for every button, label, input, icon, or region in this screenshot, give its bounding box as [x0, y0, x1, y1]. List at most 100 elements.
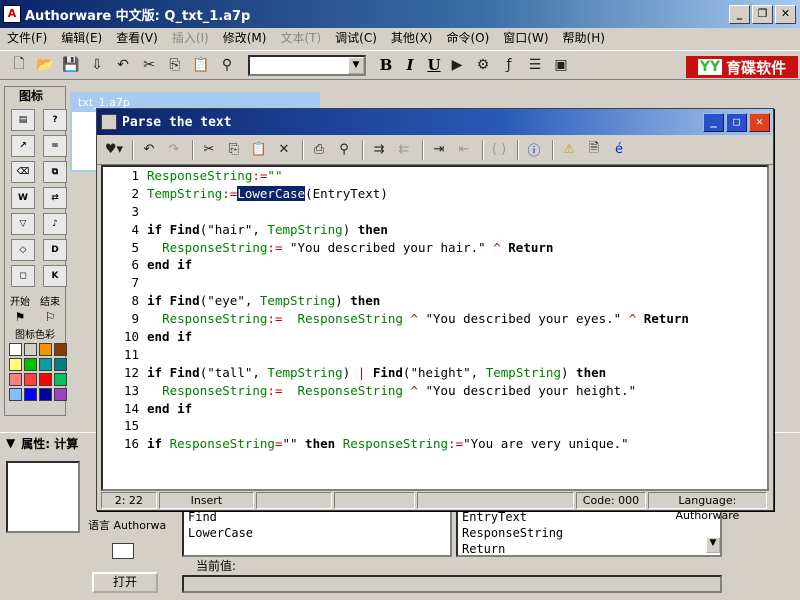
- color-swatch[interactable]: [24, 358, 37, 371]
- color-swatch[interactable]: [24, 388, 37, 401]
- dialog-toolbar: ♥▾ ↶ ↷ ✂ ⎘ 📋 ✕ ⎙ ⚲ ⇉ ⇇ ⇥ ⇤ ( ) ⓘ ⚠ 🗎 é: [97, 135, 773, 165]
- color-swatch[interactable]: [39, 343, 52, 356]
- parentheses-icon[interactable]: ( ): [488, 139, 510, 161]
- menu-item[interactable]: 文本(T): [273, 29, 328, 48]
- color-swatch[interactable]: [9, 343, 22, 356]
- script-menu-icon[interactable]: ♥▾: [103, 139, 125, 161]
- menu-item[interactable]: 编辑(E): [54, 29, 109, 48]
- list-item[interactable]: Return: [462, 541, 720, 557]
- code-text: if ResponseString="" then ResponseString…: [147, 436, 629, 452]
- copy-icon[interactable]: ⎘: [164, 54, 186, 76]
- menu-item[interactable]: 帮助(H): [556, 29, 612, 48]
- open-file-icon[interactable]: 📂: [34, 54, 56, 76]
- save-all-icon[interactable]: 💾: [60, 54, 82, 76]
- knowledge-object-icon[interactable]: K: [43, 265, 67, 287]
- indent-icon[interactable]: ⇥: [428, 139, 450, 161]
- collapse-arrow-icon[interactable]: ▼: [6, 436, 15, 450]
- import-icon[interactable]: ⇩: [86, 54, 108, 76]
- start-flag-icon[interactable]: ⚑: [15, 310, 26, 324]
- interaction-icon[interactable]: ?: [43, 109, 67, 131]
- color-swatch[interactable]: [54, 388, 67, 401]
- undo-icon[interactable]: ↶: [138, 139, 160, 161]
- menu-item[interactable]: 命令(O): [439, 29, 496, 48]
- color-swatch[interactable]: [39, 388, 52, 401]
- style-combo[interactable]: ▼: [248, 54, 366, 76]
- erase-icon[interactable]: ⌫: [11, 161, 35, 183]
- digital-movie-icon[interactable]: ◻: [11, 265, 35, 287]
- map-icon[interactable]: ◇: [11, 239, 35, 261]
- functions-icon[interactable]: ƒ: [498, 54, 520, 76]
- control-panel-icon[interactable]: ⚙: [472, 54, 494, 76]
- menu-item[interactable]: 修改(M): [216, 29, 274, 48]
- list-item[interactable]: Find: [188, 509, 450, 525]
- color-swatch[interactable]: [24, 373, 37, 386]
- uncomment-icon[interactable]: ⇇: [393, 139, 415, 161]
- knowledge-objects-icon[interactable]: ▣: [550, 54, 572, 76]
- color-swatch[interactable]: [9, 358, 22, 371]
- decision-icon[interactable]: ▽: [11, 213, 35, 235]
- menu-item[interactable]: 窗口(W): [496, 29, 555, 48]
- underline-button[interactable]: U: [422, 56, 446, 74]
- run-icon[interactable]: ▶: [446, 54, 468, 76]
- close-button[interactable]: ✕: [775, 4, 796, 24]
- new-file-icon[interactable]: 🗋: [8, 54, 30, 76]
- comment-icon[interactable]: ⇉: [368, 139, 390, 161]
- cut-icon[interactable]: ✂: [198, 139, 220, 161]
- end-flag-icon[interactable]: ⚐: [45, 310, 56, 324]
- chevron-down-icon[interactable]: ▼: [348, 56, 364, 74]
- accent-icon[interactable]: é: [608, 139, 630, 161]
- code-text: end if: [147, 329, 193, 345]
- delete-icon[interactable]: ✕: [273, 139, 295, 161]
- paste-icon[interactable]: 📋: [248, 139, 270, 161]
- list-item[interactable]: ResponseString: [462, 525, 720, 541]
- dialog-close-button[interactable]: ✕: [749, 112, 770, 132]
- list-item[interactable]: LowerCase: [188, 525, 450, 541]
- menu-item[interactable]: 调试(C): [328, 29, 384, 48]
- color-swatch[interactable]: [9, 373, 22, 386]
- cursor-position: 2: 22: [101, 492, 157, 509]
- print-icon[interactable]: ⎙: [308, 139, 330, 161]
- redo-icon[interactable]: ↷: [163, 139, 185, 161]
- display-icon[interactable]: ▤: [11, 109, 35, 131]
- outdent-icon[interactable]: ⇤: [453, 139, 475, 161]
- copy-icon[interactable]: ⎘: [223, 139, 245, 161]
- color-swatch[interactable]: [9, 388, 22, 401]
- bold-button[interactable]: B: [374, 56, 398, 74]
- dvd-icon[interactable]: D: [43, 239, 67, 261]
- color-swatch[interactable]: [54, 358, 67, 371]
- info-icon[interactable]: ⓘ: [523, 139, 545, 161]
- variables-icon[interactable]: ☰: [524, 54, 546, 76]
- dialog-maximize-button[interactable]: □: [726, 112, 747, 132]
- find-replace-icon[interactable]: ⚲: [333, 139, 355, 161]
- warning-icon[interactable]: ⚠: [558, 139, 580, 161]
- cut-icon[interactable]: ✂: [138, 54, 160, 76]
- menu-item[interactable]: 其他(X): [384, 29, 440, 48]
- color-swatch[interactable]: [24, 343, 37, 356]
- dialog-minimize-button[interactable]: _: [703, 112, 724, 132]
- calculation-icon[interactable]: =: [43, 135, 67, 157]
- color-swatch[interactable]: [54, 343, 67, 356]
- italic-button[interactable]: I: [398, 56, 422, 74]
- motion-icon[interactable]: ↗: [11, 135, 35, 157]
- menu-item[interactable]: 插入(I): [165, 29, 216, 48]
- wait-icon[interactable]: W: [11, 187, 35, 209]
- scroll-down-icon[interactable]: ▼: [706, 537, 720, 553]
- icon-color-label: 图标色彩: [15, 330, 55, 341]
- menu-item[interactable]: 文件(F): [0, 29, 54, 48]
- color-swatch[interactable]: [39, 358, 52, 371]
- framework-icon[interactable]: ⧉: [43, 161, 67, 183]
- navigate-icon[interactable]: ⇄: [43, 187, 67, 209]
- undo-icon[interactable]: ↶: [112, 54, 134, 76]
- menu-item[interactable]: 查看(V): [109, 29, 165, 48]
- document-icon[interactable]: 🗎: [583, 139, 605, 161]
- color-swatch[interactable]: [39, 373, 52, 386]
- paste-icon[interactable]: 📋: [190, 54, 212, 76]
- code-editor[interactable]: 1 ResponseString:="" 2 TempString:=LowerCas…: [101, 165, 769, 491]
- functions-list[interactable]: Find LowerCase: [182, 507, 452, 557]
- color-swatch[interactable]: [54, 373, 67, 386]
- minimize-button[interactable]: _: [729, 4, 750, 24]
- open-button[interactable]: 打开: [92, 572, 158, 593]
- restore-button[interactable]: ❐: [752, 4, 773, 24]
- find-icon[interactable]: ⚲: [216, 54, 238, 76]
- sound-icon[interactable]: ♪: [43, 213, 67, 235]
